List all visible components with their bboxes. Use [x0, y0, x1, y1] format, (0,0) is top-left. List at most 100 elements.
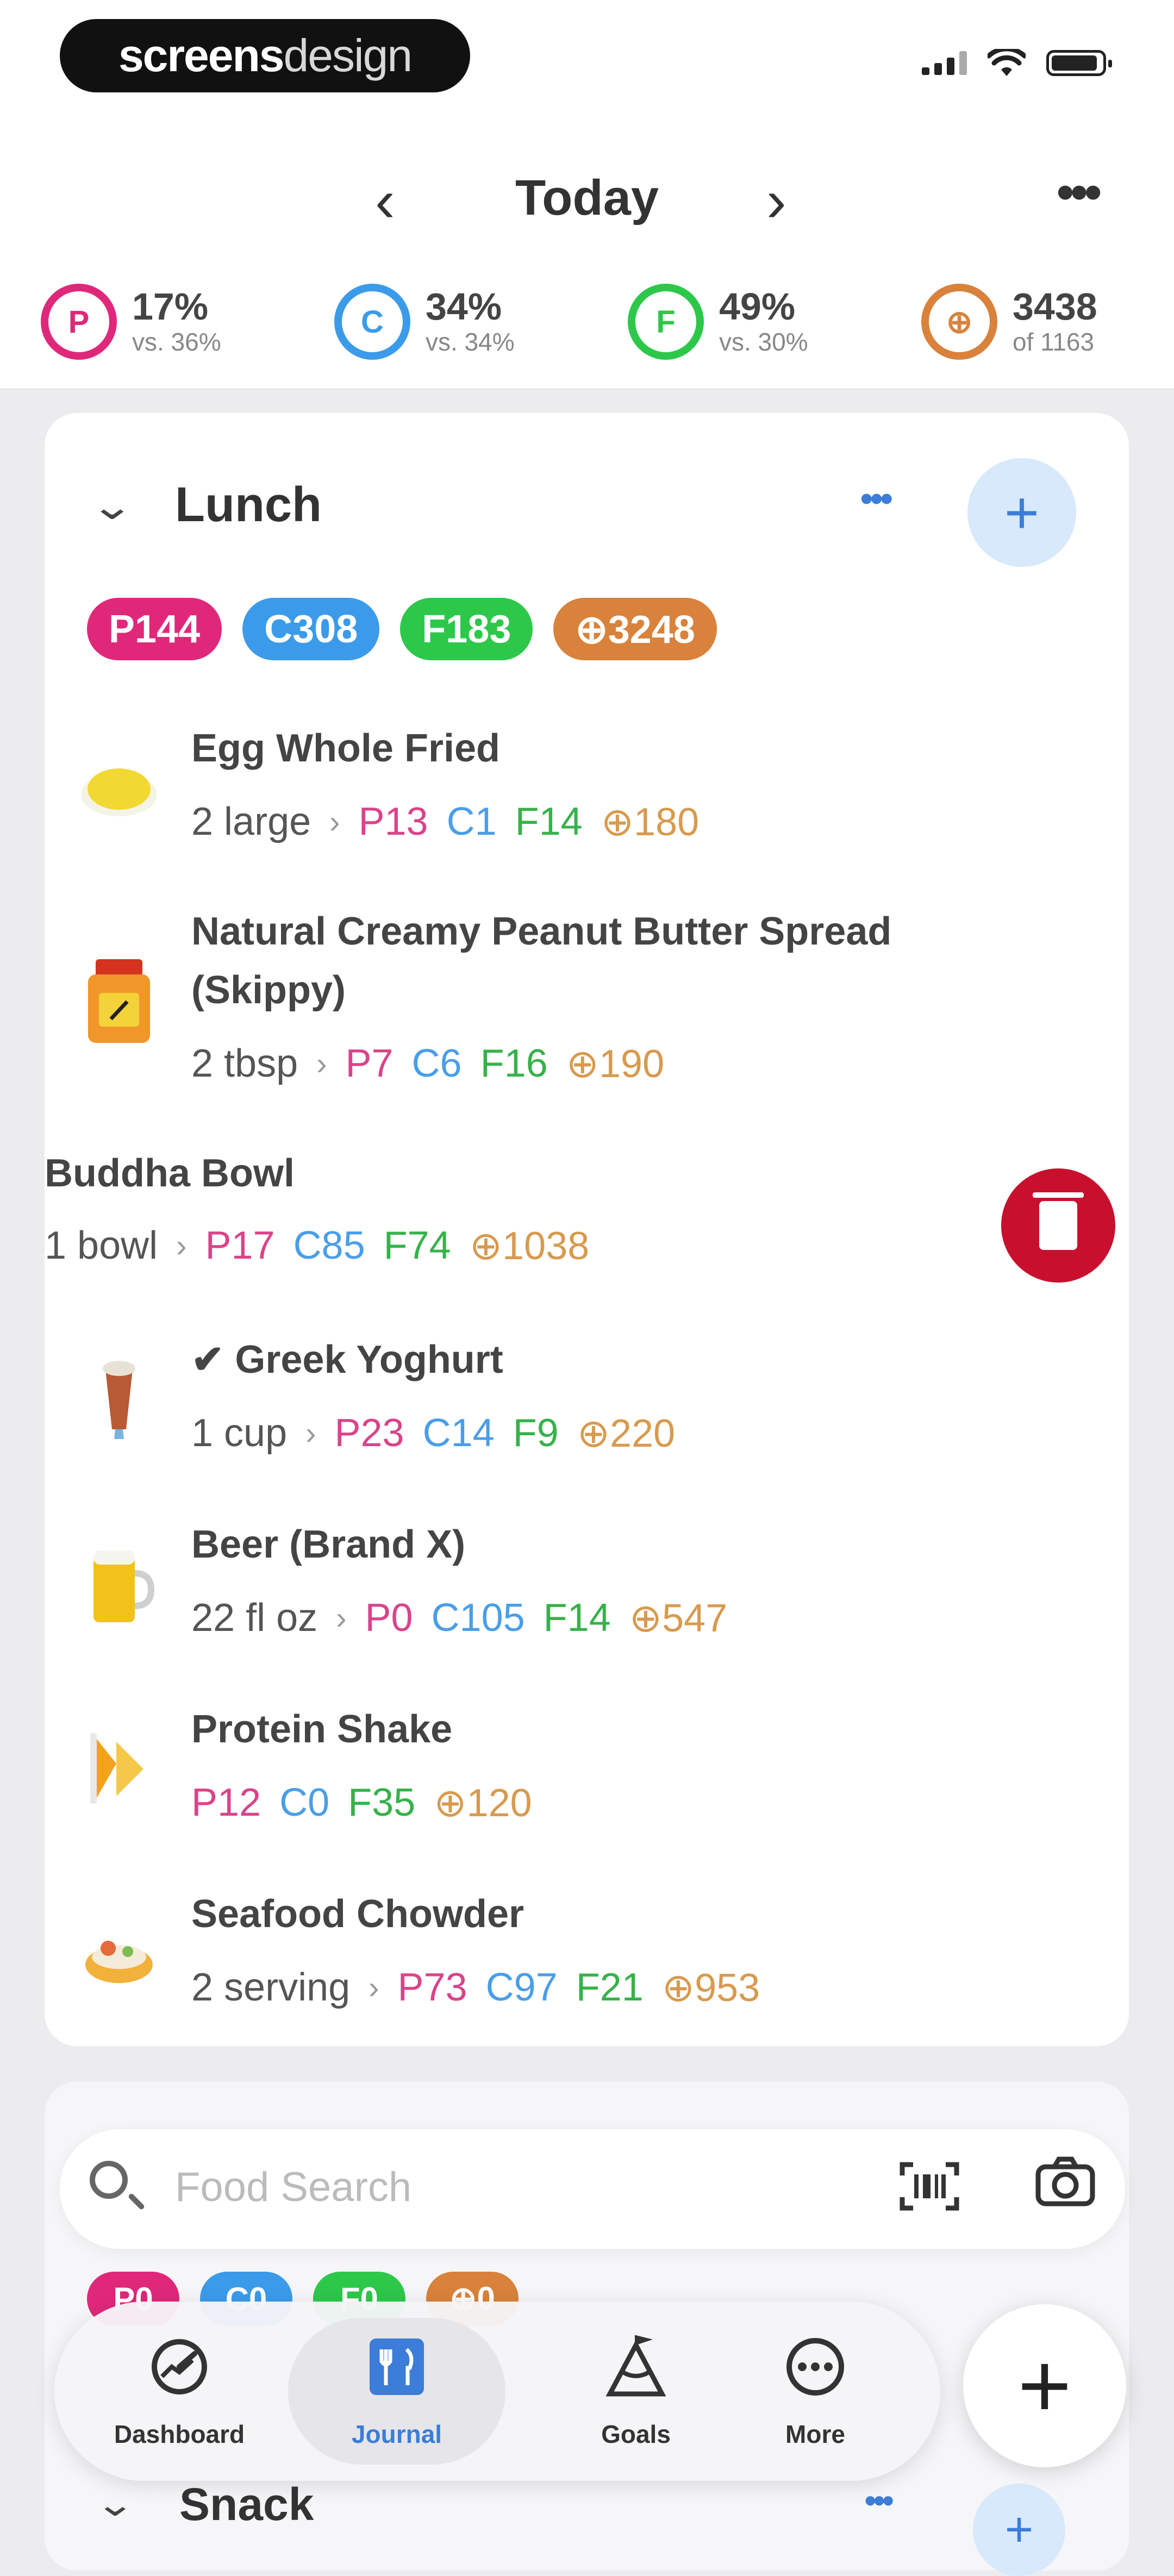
- meal-macro-pills: P144 C308 F183 ⊕3248: [87, 598, 717, 660]
- goals-icon: [603, 2334, 669, 2410]
- meal-header: ⌄ Lunch ••• + P144 C308 F183 ⊕3248: [45, 413, 1129, 699]
- food-quantity: 2 tbsp: [191, 1042, 298, 1085]
- food-quantity: 22 fl oz: [191, 1596, 318, 1640]
- calories-value: ⊕120: [434, 1781, 532, 1825]
- collapse-chevron-icon[interactable]: ⌄: [90, 484, 134, 528]
- tab-journal[interactable]: Journal: [288, 2318, 505, 2465]
- protein-percent: 17%: [132, 285, 209, 328]
- carbs-target: vs. 34%: [426, 327, 515, 356]
- food-quantity: 1 bowl: [45, 1224, 158, 1267]
- food-item[interactable]: Seafood Chowder 2 serving › P73 C97 F21 …: [45, 1864, 1129, 2046]
- food-name: ✔ Greek Yoghurt: [191, 1338, 503, 1381]
- date-title: Today: [515, 170, 659, 226]
- separator: ›: [316, 1046, 327, 1081]
- journal-icon: [364, 2334, 429, 2410]
- fat-value: F14: [515, 800, 583, 843]
- macro-carbs[interactable]: C 34% vs. 34%: [334, 284, 515, 360]
- food-macros: 2 large › P13 C1 F14 ⊕180: [191, 799, 699, 845]
- calories-value: ⊕547: [629, 1597, 728, 1640]
- protein-value: P17: [205, 1224, 275, 1267]
- brand-light: design: [283, 30, 413, 81]
- status-bar: screens design: [0, 0, 1174, 120]
- tab-label: Goals: [601, 2419, 671, 2448]
- tab-label: Dashboard: [114, 2419, 245, 2448]
- brand-watermark: screens design: [60, 19, 470, 92]
- date-navigation: ‹ Today › •••: [0, 120, 1174, 272]
- search-icon: [90, 2161, 128, 2199]
- fat-percent: 49%: [719, 285, 796, 328]
- collapse-chevron-icon[interactable]: ⌄: [95, 2484, 135, 2524]
- protein-value: P12: [191, 1781, 261, 1824]
- calories-value: ⊕1038: [469, 1224, 590, 1268]
- snack-title: Snack: [179, 2479, 314, 2530]
- carbs-value: C6: [411, 1042, 462, 1085]
- food-name: Beer (Brand X): [191, 1523, 466, 1566]
- tab-more[interactable]: More: [734, 2318, 897, 2465]
- macro-protein[interactable]: P 17% vs. 36%: [41, 284, 221, 360]
- food-name: Buddha Bowl: [45, 1152, 295, 1195]
- macro-calories[interactable]: ⊕ 3438 of 1163: [921, 284, 1097, 360]
- calories-value: ⊕953: [661, 1966, 760, 2010]
- fat-pill: F183: [400, 598, 533, 660]
- fat-value: F35: [348, 1781, 416, 1824]
- brand-bold: screens: [118, 30, 285, 81]
- add-food-button[interactable]: +: [967, 458, 1076, 567]
- shake-icon: [78, 1728, 160, 1810]
- food-item[interactable]: Beer (Brand X) 22 fl oz › P0 C105 F14 ⊕5…: [45, 1495, 1129, 1680]
- carbs-ring-icon: C: [334, 284, 410, 360]
- protein-target: vs. 36%: [132, 327, 221, 356]
- carbs-value: C1: [446, 800, 497, 843]
- food-quantity: 2 serving: [191, 1966, 351, 2009]
- food-quantity: 2 large: [191, 800, 311, 843]
- trash-icon: [1033, 1192, 1084, 1250]
- more-options-button[interactable]: •••: [1056, 166, 1102, 218]
- food-item-swiped[interactable]: Buddha Bowl 1 bowl › P17 C85 F74 ⊕1038: [45, 1125, 1129, 1311]
- protein-value: P73: [397, 1966, 467, 2009]
- calories-value: 3438: [1013, 285, 1097, 328]
- food-item[interactable]: Egg Whole Fried 2 large › P13 C1 F14 ⊕18…: [45, 698, 1129, 884]
- tab-label: More: [785, 2419, 845, 2448]
- carbs-value: C85: [293, 1224, 365, 1267]
- separator: ›: [369, 1969, 379, 2005]
- food-item[interactable]: Natural Creamy Peanut Butter Spread (Ski…: [45, 883, 1129, 1126]
- delete-button[interactable]: [1001, 1168, 1115, 1283]
- food-macros: P12 C0 F35 ⊕120: [191, 1780, 532, 1825]
- tab-dashboard[interactable]: Dashboard: [98, 2318, 261, 2465]
- food-macros: 1 cup › P23 C14 F9 ⊕220: [191, 1410, 675, 1456]
- meal-title: Lunch: [175, 478, 322, 532]
- chowder-icon: [78, 1916, 160, 1997]
- next-day-button[interactable]: ›: [766, 171, 786, 231]
- fat-value: F16: [480, 1042, 548, 1085]
- snack-options-button[interactable]: •••: [864, 2483, 894, 2518]
- meal-card-lunch: ⌄ Lunch ••• + P144 C308 F183 ⊕3248 Egg W…: [45, 413, 1129, 2046]
- fat-value: F21: [576, 1966, 644, 2009]
- protein-value: P0: [365, 1596, 413, 1640]
- carbs-pill: C308: [242, 598, 380, 660]
- cellular-signal-icon: [922, 51, 967, 75]
- carbs-value: C14: [422, 1411, 495, 1455]
- food-search-bar: [60, 2129, 1125, 2249]
- camera-icon[interactable]: [1033, 2154, 1098, 2221]
- carbs-value: C105: [431, 1596, 525, 1640]
- system-icons: [922, 49, 1112, 77]
- macro-fat[interactable]: F 49% vs. 30%: [628, 284, 808, 360]
- tab-label: Journal: [351, 2419, 442, 2448]
- add-snack-button[interactable]: +: [973, 2484, 1065, 2576]
- barcode-scan-icon[interactable]: [897, 2159, 962, 2227]
- egg-icon: [78, 750, 160, 831]
- food-item[interactable]: ✔ Greek Yoghurt 1 cup › P23 C14 F9 ⊕220: [45, 1310, 1129, 1496]
- food-search-input[interactable]: [174, 2156, 883, 2217]
- quick-add-button[interactable]: +: [963, 2304, 1126, 2467]
- calories-value: ⊕180: [601, 801, 700, 844]
- food-quantity: 1 cup: [191, 1411, 288, 1455]
- meal-options-button[interactable]: •••: [860, 479, 893, 517]
- macro-summary: P 17% vs. 36% C 34% vs. 34% F 49% vs. 30% ⊕…: [0, 272, 1174, 390]
- food-macros: 2 tbsp › P7 C6 F16 ⊕190: [191, 1041, 664, 1086]
- food-item[interactable]: Protein Shake P12 C0 F35 ⊕120: [45, 1679, 1129, 1865]
- wifi-icon: [988, 49, 1026, 76]
- food-name: Natural Creamy Peanut Butter Spread (Ski…: [191, 910, 892, 1012]
- separator: ›: [336, 1600, 347, 1636]
- dashboard-icon: [147, 2334, 212, 2410]
- yoghurt-icon: [78, 1353, 160, 1439]
- tab-goals[interactable]: Goals: [554, 2318, 717, 2465]
